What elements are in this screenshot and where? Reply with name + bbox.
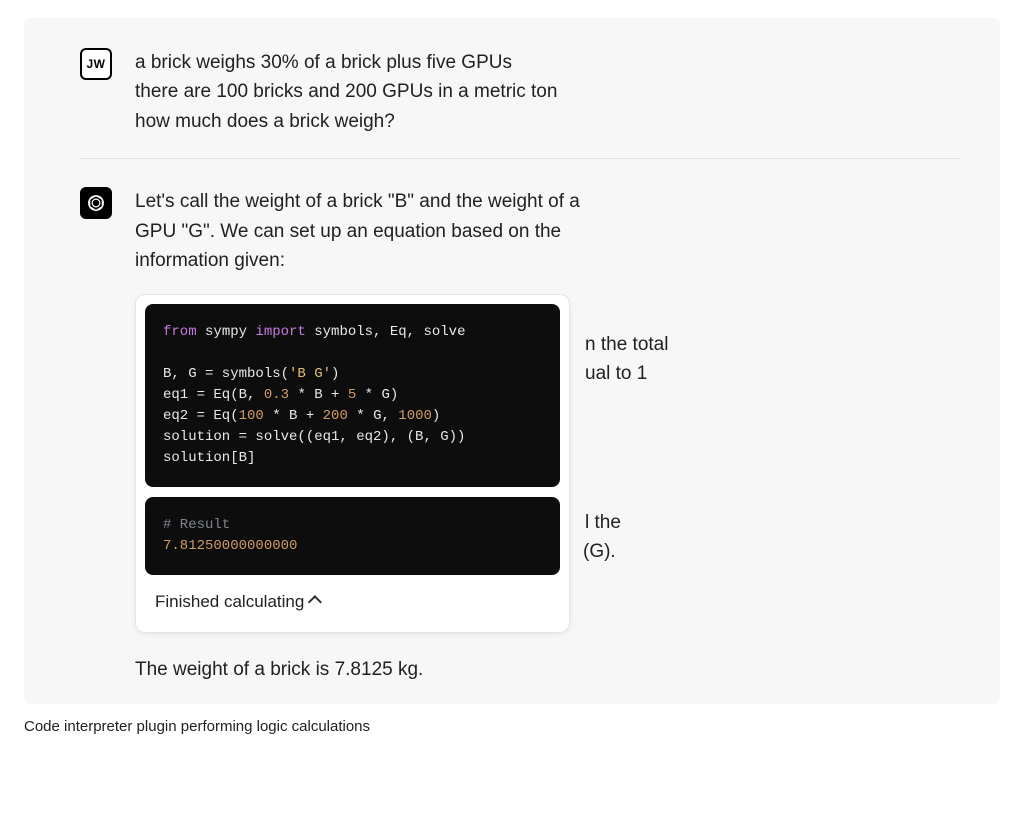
user-message: a brick weighs 30% of a brick plus five … bbox=[135, 48, 960, 136]
figure-caption: Code interpreter plugin performing logic… bbox=[24, 718, 1024, 735]
assistant-message-row: Let's call the weight of a brick "B" and… bbox=[24, 187, 1000, 684]
user-avatar: JW bbox=[80, 48, 112, 80]
code-input-block: from sympy import symbols, Eq, solve B, … bbox=[145, 304, 560, 487]
assistant-message: Let's call the weight of a brick "B" and… bbox=[135, 187, 960, 684]
code-card-footer[interactable]: Finished calculating bbox=[145, 575, 560, 623]
code-status-label: Finished calculating bbox=[155, 589, 304, 615]
user-message-line: a brick weighs 30% of a brick plus five … bbox=[135, 48, 960, 77]
assistant-avatar-col bbox=[80, 187, 135, 219]
message-divider bbox=[80, 158, 960, 159]
user-message-line: how much does a brick weigh? bbox=[135, 107, 960, 136]
code-interpreter-card[interactable]: from sympy import symbols, Eq, solve B, … bbox=[135, 294, 570, 633]
assistant-final-answer: The weight of a brick is 7.8125 kg. bbox=[135, 655, 960, 684]
user-avatar-col: JW bbox=[80, 48, 135, 80]
user-avatar-initials: JW bbox=[87, 57, 106, 71]
assistant-intro-line: GPU "G". We can set up an equation based… bbox=[135, 217, 960, 246]
openai-logo-icon bbox=[85, 192, 107, 214]
user-message-line: there are 100 bricks and 200 GPUs in a m… bbox=[135, 77, 960, 106]
assistant-intro-line: Let's call the weight of a brick "B" and… bbox=[135, 187, 960, 216]
chat-panel: JW a brick weighs 30% of a brick plus fi… bbox=[24, 18, 1000, 704]
user-message-row: JW a brick weighs 30% of a brick plus fi… bbox=[24, 48, 1000, 136]
code-output-block: # Result 7.81250000000000 bbox=[145, 497, 560, 575]
assistant-intro-line: information given: bbox=[135, 246, 960, 275]
chevron-up-icon bbox=[312, 595, 326, 609]
assistant-avatar bbox=[80, 187, 112, 219]
code-overlay-region: n the total ual to 1 l the (G). from sym… bbox=[135, 294, 960, 633]
